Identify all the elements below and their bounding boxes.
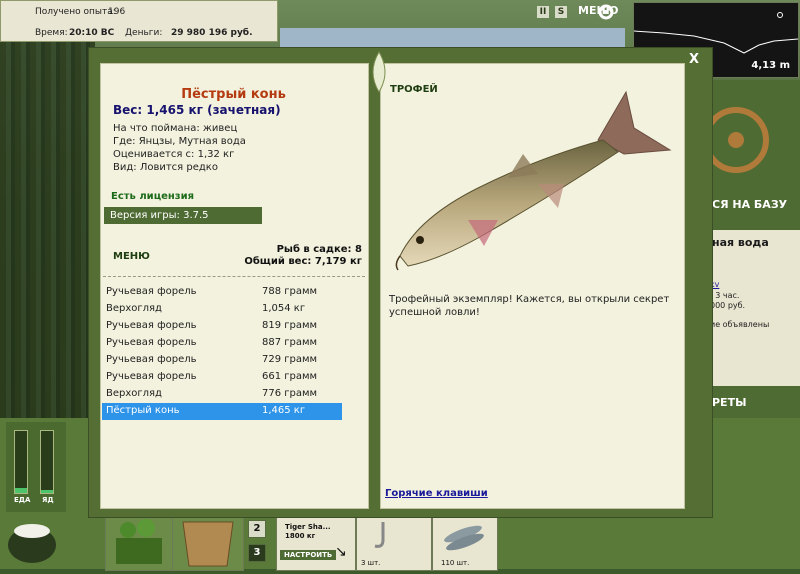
hook-count: 3 шт.: [361, 559, 381, 567]
pause-button[interactable]: II: [537, 6, 549, 18]
food-label: ЕДА: [14, 496, 31, 504]
money-label: Деньги:: [125, 28, 163, 38]
arrow-icon: ↘: [335, 544, 347, 560]
basket-icon: [116, 519, 162, 564]
status-panel: Получено опыта: 196 Время: 20:10 ВС День…: [0, 0, 278, 42]
sound-button[interactable]: S: [555, 6, 567, 18]
vegetable-basket-slot[interactable]: [105, 515, 173, 571]
bait-fish-icon: [444, 525, 484, 551]
catch-fish-name: Ручьевая форель: [106, 337, 197, 348]
catch-row[interactable]: Ручьевая форель 887 грамм: [102, 335, 342, 352]
dialog-menu-button[interactable]: МЕНЮ: [113, 251, 150, 262]
fish-name: Пёстрый конь: [181, 87, 286, 102]
fish-count: Рыб в садке: 8: [276, 244, 362, 255]
catch-fish-weight: 1,054 кг: [262, 303, 306, 314]
catch-row[interactable]: Ручьевая форель 729 грамм: [102, 352, 342, 369]
catch-fish-weight: 887 грамм: [262, 337, 318, 348]
money-value: 29 980 196 руб.: [171, 28, 253, 38]
catch-fish-name: Ручьевая форель: [106, 320, 197, 331]
lure-weight: 1800 кг: [285, 532, 316, 540]
fish-image: [395, 90, 672, 271]
catch-row[interactable]: Пёстрый конь 1,465 кг: [102, 403, 342, 420]
slot-2-button[interactable]: 2: [248, 520, 266, 538]
catch-row[interactable]: Верхогляд 776 грамм: [102, 386, 342, 403]
catch-row[interactable]: Ручьевая форель 788 грамм: [102, 284, 342, 301]
total-weight: Общий вес: 7,179 кг: [244, 256, 362, 267]
catch-fish-weight: 1,465 кг: [262, 405, 306, 416]
ship-wheel-icon: [706, 107, 769, 173]
food-meter-fill: [15, 488, 27, 493]
info-line-3: ие объявлены: [710, 320, 770, 329]
info-line-2: 000 руб.: [710, 301, 746, 310]
location-info: Где: Янцзы, Мутная вода: [113, 136, 246, 147]
catch-row[interactable]: Верхогляд 1,054 кг: [102, 301, 342, 318]
license-status: Есть лицензия: [111, 191, 195, 202]
value-info: Оценивается с: 1,32 кг: [113, 149, 235, 160]
poison-meter: [40, 430, 54, 494]
bait-slot[interactable]: 110 шт.: [432, 515, 498, 571]
slot-3-button[interactable]: 3: [248, 544, 266, 562]
hook-slot[interactable]: 3 шт.: [356, 515, 432, 571]
bait-count: 110 шт.: [441, 559, 470, 567]
kind-info: Вид: Ловится редко: [113, 162, 218, 173]
catch-row[interactable]: Ручьевая форель 661 грамм: [102, 369, 342, 386]
info-line-1: : 3 час.: [710, 291, 740, 300]
time-label: Время:: [35, 28, 68, 38]
trophy-message: Трофейный экземпляр! Кажется, вы открыли…: [389, 294, 670, 318]
distance-readout: 4,13 m: [751, 60, 790, 71]
lure-name: Tiger Sha...: [285, 523, 331, 531]
scene-trees: [0, 40, 95, 420]
setup-button[interactable]: НАСТРОИТЬ: [280, 550, 337, 560]
time-value: 20:10 ВС: [69, 28, 115, 38]
go-to-base-button[interactable]: СЯ НА БАЗУ: [712, 198, 787, 211]
catch-fish-name: Верхогляд: [106, 303, 162, 314]
divider: [103, 276, 365, 277]
catch-fish-name: Верхогляд: [106, 388, 162, 399]
catch-fish-name: Ручьевая форель: [106, 286, 197, 297]
secrets-button[interactable]: РЕТЫ: [712, 396, 746, 409]
food-pot-icon[interactable]: [4, 515, 60, 565]
experience-label: Получено опыта:: [35, 7, 116, 17]
catch-fish-weight: 661 грамм: [262, 371, 318, 382]
gear-icon[interactable]: [596, 2, 616, 22]
catch-fish-name: Ручьевая форель: [106, 371, 197, 382]
catch-list: Ручьевая форель 788 грамм Верхогляд 1,054 к…: [102, 284, 342, 420]
location-name: ная вода: [712, 236, 769, 249]
catch-fish-name: Пёстрый конь: [106, 405, 180, 416]
food-meter: [14, 430, 28, 494]
catch-fish-weight: 729 грамм: [262, 354, 318, 365]
fish-weight: Вес: 1,465 кг (зачетная): [113, 103, 281, 117]
poison-meter-fill: [41, 489, 53, 493]
hotkeys-link[interactable]: Горячие клавиши: [385, 488, 488, 499]
bucket-icon: [182, 521, 234, 567]
catch-row[interactable]: Ручьевая форель 819 грамм: [102, 318, 342, 335]
game-version: Версия игры: 3.7.5: [104, 207, 262, 224]
catch-fish-weight: 788 грамм: [262, 286, 318, 297]
catch-fish-weight: 776 грамм: [262, 388, 318, 399]
close-button[interactable]: X: [689, 52, 699, 67]
catch-fish-weight: 819 грамм: [262, 320, 318, 331]
bucket-slot[interactable]: [172, 515, 244, 571]
hook-icon: [374, 522, 385, 548]
catch-fish-name: Ручьевая форель: [106, 354, 197, 365]
experience-value: 196: [108, 7, 126, 17]
poison-label: ЯД: [42, 496, 54, 504]
lure-slot[interactable]: Tiger Sha... 1800 кг НАСТРОИТЬ ↘: [276, 515, 356, 571]
bait-info: На что поймана: живец: [113, 123, 238, 134]
